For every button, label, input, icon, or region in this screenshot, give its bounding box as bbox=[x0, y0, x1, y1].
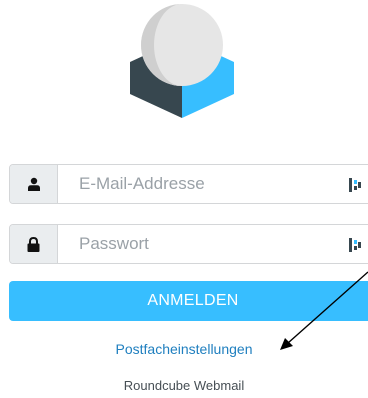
footer-product-name: Roundcube Webmail bbox=[123, 378, 245, 393]
lock-icon bbox=[10, 225, 58, 263]
username-field-group bbox=[9, 164, 368, 204]
mailbox-settings-link[interactable]: Postfacheinstellungen bbox=[0, 341, 368, 357]
password-input[interactable] bbox=[57, 225, 368, 263]
user-icon bbox=[10, 165, 58, 203]
roundcube-logo bbox=[130, 4, 234, 118]
password-field-group bbox=[9, 224, 368, 264]
password-manager-icon[interactable] bbox=[349, 238, 361, 252]
email-input[interactable] bbox=[57, 165, 368, 203]
password-manager-icon[interactable] bbox=[349, 178, 361, 192]
login-button[interactable]: ANMELDEN bbox=[9, 281, 368, 321]
